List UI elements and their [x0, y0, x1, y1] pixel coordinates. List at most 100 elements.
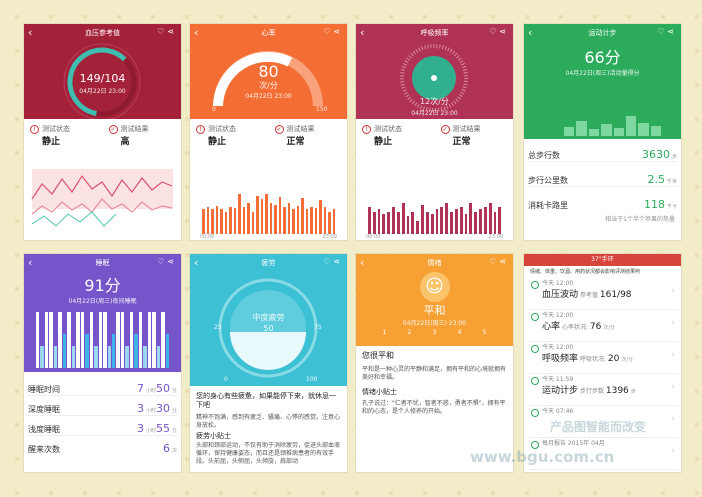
- chart-bar: [368, 207, 371, 234]
- record-item[interactable]: 今天 12:00 血压波动 参考值 161/98 ›: [528, 278, 677, 310]
- chart-bar: [278, 197, 281, 234]
- sleep-segment: [134, 334, 138, 368]
- notice: 情绪、体重、饮酒、用药状况都会影响评测结果哟: [530, 269, 641, 275]
- axis-end: 23:00: [488, 234, 503, 240]
- sleep-segment: [152, 312, 156, 368]
- sleep-segment: [103, 312, 107, 368]
- chart-bar: [224, 211, 227, 234]
- bp-value: 149/104: [79, 72, 126, 85]
- chart-bar: [493, 211, 497, 234]
- sleep-row-total: 睡眠时间 7 小时50 分: [28, 378, 177, 396]
- result-block: ✓ 测试结果高: [108, 125, 149, 147]
- steps-subtitle: 04月22日(周三)活动量得分: [565, 70, 640, 77]
- chart-bar: [206, 207, 209, 234]
- sleep-subtitle: 04月22日(周三)夜间睡眠: [68, 298, 137, 305]
- back-icon[interactable]: ‹: [528, 26, 532, 39]
- screen-title: 疲劳: [261, 259, 276, 267]
- sleep-row-deep: 深度睡眠 3 小时30 分: [28, 398, 177, 416]
- chart-bar: [469, 202, 473, 234]
- mood-heading: 您很平和: [362, 351, 394, 360]
- axis-end: 23:00: [322, 234, 337, 240]
- mood-card: ‹ 情绪 ♡⋖ ☺ 平和 04月22日(周三) 23:00 12345 您很平和 平…: [356, 254, 513, 472]
- sleep-segment: [143, 345, 147, 368]
- back-icon[interactable]: ‹: [194, 256, 198, 269]
- record-item[interactable]: 今天 11:59 运动计步 步行步数 1396 步 ›: [528, 374, 677, 406]
- like-share-icon[interactable]: ♡⋖: [489, 257, 509, 266]
- mood-tip: 孔子说过："仁者不忧，智者不惑，勇者不惧"。拥有平和的心态，是个人修养的开始。: [362, 400, 506, 415]
- chart-bar: [242, 207, 245, 234]
- like-share-icon[interactable]: ♡⋖: [323, 27, 343, 36]
- like-share-icon[interactable]: ♡⋖: [323, 257, 343, 266]
- clock-icon: [531, 409, 539, 417]
- chart-bar: [319, 200, 322, 234]
- chart-bar: [292, 209, 295, 234]
- like-share-icon[interactable]: ♡⋖: [657, 27, 677, 36]
- chart-bar: [411, 211, 415, 234]
- chevron-right-icon: ›: [671, 446, 675, 456]
- screen-title: 运动计步: [588, 29, 617, 37]
- back-icon[interactable]: ‹: [194, 26, 198, 39]
- sleep-segment: [76, 312, 80, 368]
- mood-scale: 12345: [382, 329, 487, 336]
- hr-value: 80: [258, 62, 279, 81]
- chart-bar: [215, 206, 218, 234]
- record-time: 今天 12:00: [542, 280, 574, 287]
- screen-title: 呼吸频率: [420, 29, 449, 37]
- chart-bar: [488, 202, 492, 234]
- sleep-segment: [161, 312, 165, 368]
- status-block: ! 测试状态 静止: [356, 124, 435, 147]
- sleep-row-light: 浅度睡眠 3 小时55 分: [28, 418, 177, 436]
- scale-0: 0: [224, 376, 228, 383]
- heart-rate-card: ‹ 心率 ♡⋖ 80 次/分 04月22日 23:00 0 150 ! 测试状态 静止 …: [190, 24, 347, 240]
- record-time: 今天 07:46: [542, 408, 574, 415]
- chart-bar: [265, 194, 268, 234]
- fatigue-card: ‹ 疲劳 ♡⋖ 中度疲劳 50 0 25 75 100 您的身心有些疲惫，如果能停下…: [190, 254, 347, 472]
- scale-max: 150: [316, 106, 328, 113]
- like-share-icon[interactable]: ♡⋖: [157, 27, 177, 36]
- sleep-segment: [94, 345, 98, 368]
- record-item[interactable]: 今天 12:00 呼吸频率 呼吸状况: 20 次/分 ›: [528, 342, 677, 374]
- result-block: ✓ 测试结果 正常: [440, 125, 481, 147]
- record-time: 今天 12:00: [542, 344, 574, 351]
- chart-bar: [310, 207, 313, 234]
- screen-title: 血压参考值: [85, 29, 120, 37]
- back-icon[interactable]: ‹: [360, 26, 364, 39]
- chart-bar: [296, 206, 299, 234]
- chart-bar: [233, 207, 236, 234]
- sleep-segment: [67, 312, 71, 368]
- chart-bar: [382, 213, 386, 234]
- sleep-segment: [125, 345, 129, 368]
- resp-bar-chart: [368, 189, 502, 234]
- chevron-right-icon: ›: [671, 350, 675, 360]
- like-share-icon[interactable]: ♡⋖: [489, 27, 509, 36]
- chart-bar: [479, 209, 482, 234]
- chart-bar: [440, 207, 444, 234]
- record-time: 今天 11:59: [542, 376, 574, 383]
- chart-bar: [498, 207, 502, 234]
- like-share-icon[interactable]: ♡⋖: [157, 257, 177, 266]
- chart-bar: [229, 207, 232, 234]
- back-icon[interactable]: ‹: [28, 26, 32, 39]
- chart-bar: [387, 211, 391, 234]
- chart-bar: [256, 195, 259, 234]
- chart-bar: [430, 213, 434, 234]
- chart-bar: [287, 202, 290, 234]
- record-item[interactable]: 今天 12:00 心率 心率状况: 76 次/分 ›: [528, 310, 677, 342]
- back-icon[interactable]: ‹: [28, 256, 32, 269]
- watermark: 产品图智能而改变: [550, 420, 647, 434]
- fatigue-text: 精神不饱满，感到有疲乏、骚痛、心悸的感觉。注意心身放松。: [196, 414, 341, 429]
- back-icon[interactable]: ‹: [360, 256, 364, 269]
- clock-icon: [531, 313, 539, 321]
- record-time: 今天 12:00: [542, 312, 574, 319]
- fatigue-tip-title: 疲劳小贴士: [196, 432, 231, 440]
- mood-value: 平和: [423, 304, 446, 317]
- sleep-segment: [98, 312, 103, 368]
- sleep-segment: [40, 345, 44, 368]
- chart-bar: [454, 209, 458, 234]
- chevron-right-icon: ›: [671, 286, 675, 296]
- sleep-segment: [80, 312, 85, 368]
- chart-bar: [314, 207, 317, 234]
- hr-bar-chart: [202, 189, 335, 234]
- smiley-icon: ☺: [419, 272, 450, 302]
- chart-bar: [392, 207, 395, 234]
